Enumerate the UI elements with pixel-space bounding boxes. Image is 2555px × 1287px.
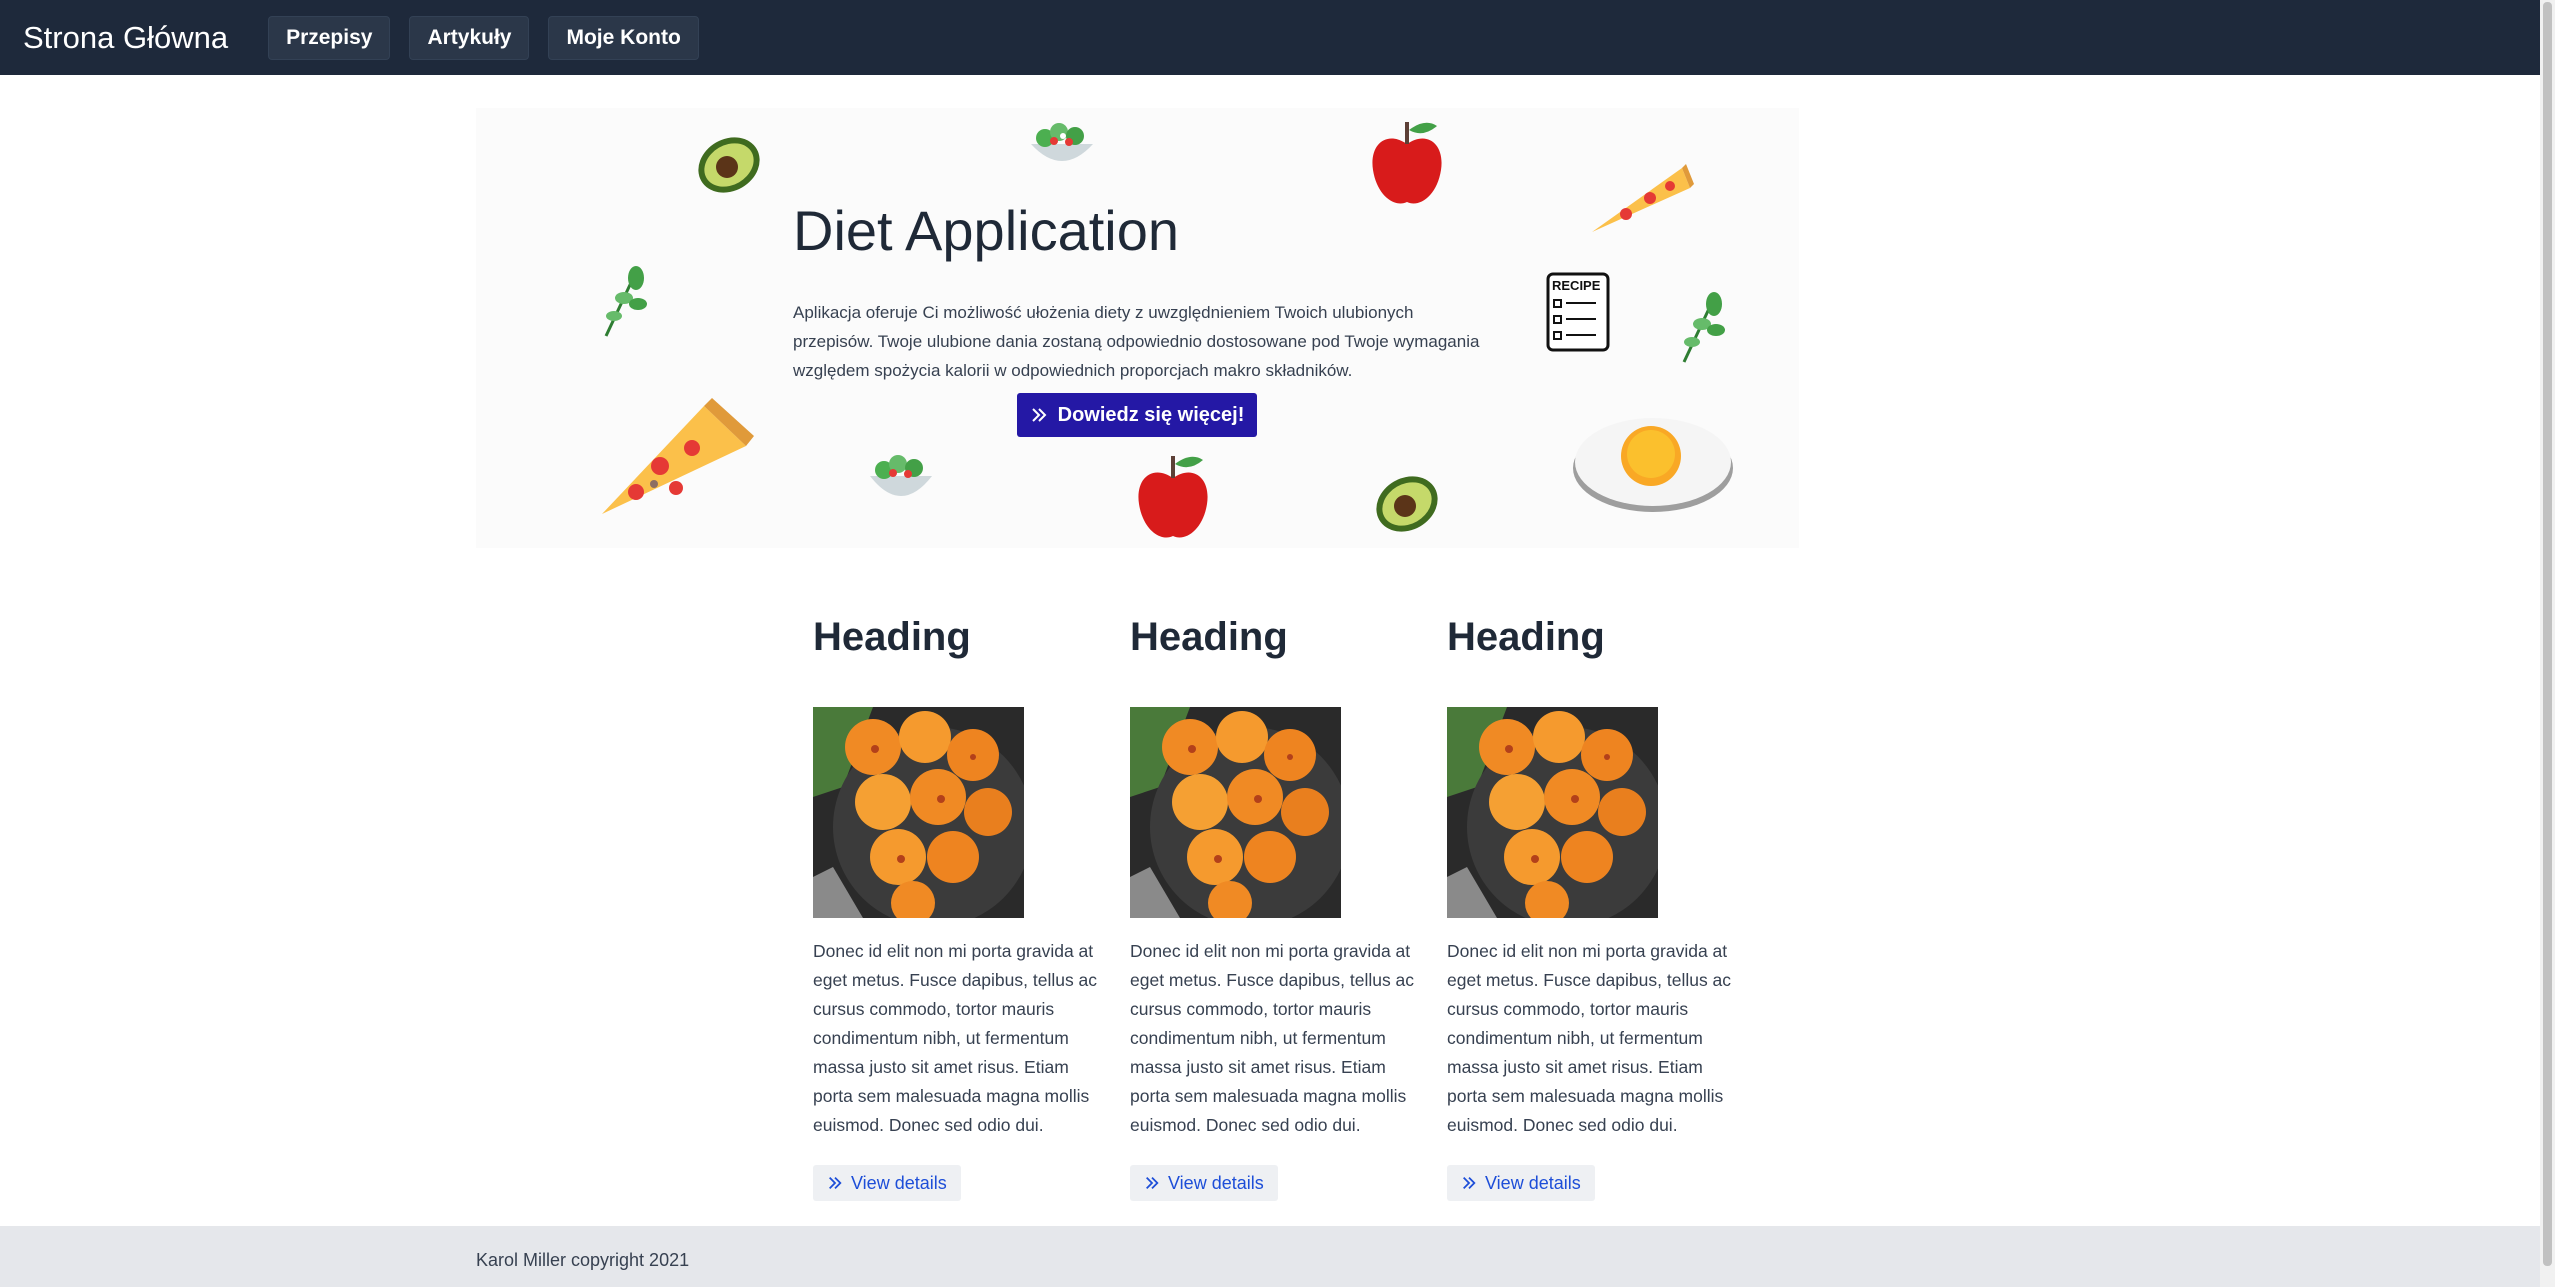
card: Heading Donec id elit non mi porta gravi… xyxy=(813,615,1103,1201)
nav-item-artykuly[interactable]: Artykuły xyxy=(409,15,530,60)
recipe-icon: RECIPE xyxy=(1546,272,1610,352)
view-details-label: View details xyxy=(1168,1172,1264,1193)
view-details-button[interactable]: View details xyxy=(1447,1165,1595,1201)
view-details-button[interactable]: View details xyxy=(813,1165,961,1201)
navbar: Strona Główna Przepisy Artykuły Moje Kon… xyxy=(0,0,2540,75)
card-image xyxy=(1447,707,1658,918)
scrollbar-thumb[interactable] xyxy=(2543,2,2552,1266)
footer-copyright: Karol Miller copyright 2021 xyxy=(476,1250,690,1270)
nav-item-moje-konto[interactable]: Moje Konto xyxy=(548,15,699,60)
card: Heading Donec id elit non mi porta gravi… xyxy=(1447,615,1737,1201)
nav-item-przepisy[interactable]: Przepisy xyxy=(268,15,391,60)
card-text: Donec id elit non mi porta gravida at eg… xyxy=(1447,941,1732,1135)
card-heading: Heading xyxy=(813,615,971,659)
view-details-button[interactable]: View details xyxy=(1130,1165,1278,1201)
double-chevron-right-icon xyxy=(1031,408,1047,422)
herb-icon xyxy=(1682,292,1725,363)
avocado-icon xyxy=(1376,476,1438,532)
card: Heading Donec id elit non mi porta gravi… xyxy=(1130,615,1420,1201)
food-photo xyxy=(1130,707,1341,918)
herb-icon xyxy=(604,266,647,337)
view-details-label: View details xyxy=(851,1172,947,1193)
double-chevron-right-icon xyxy=(829,1177,842,1189)
learn-more-button[interactable]: Dowiedz się więcej! xyxy=(1017,393,1257,437)
food-photo xyxy=(1447,707,1658,918)
double-chevron-right-icon xyxy=(1146,1177,1159,1189)
card-image xyxy=(1130,707,1341,918)
hero-jumbotron: RECIPE Diet Application Aplikacja oferuj… xyxy=(476,108,1799,548)
hero-title: Diet Application xyxy=(793,199,1180,262)
recipe-label: RECIPE xyxy=(1552,278,1601,293)
card-image xyxy=(813,707,1024,918)
avocado-icon xyxy=(698,137,760,193)
food-photo xyxy=(813,707,1024,918)
salad-icon xyxy=(1031,123,1093,161)
card-text: Donec id elit non mi porta gravida at eg… xyxy=(1130,941,1415,1135)
vertical-scrollbar[interactable] xyxy=(2540,0,2555,1287)
pizza-icon xyxy=(602,398,754,514)
footer: Karol Miller copyright 2021 xyxy=(0,1226,2540,1287)
apple-icon xyxy=(1138,456,1208,538)
double-chevron-right-icon xyxy=(1463,1177,1476,1189)
card-text: Donec id elit non mi porta gravida at eg… xyxy=(813,941,1098,1135)
apple-icon xyxy=(1372,122,1442,204)
fried-egg-icon xyxy=(1573,418,1733,512)
brand-link[interactable]: Strona Główna xyxy=(23,20,228,56)
pizza-icon xyxy=(1592,164,1694,232)
learn-more-label: Dowiedz się więcej! xyxy=(1057,403,1245,426)
card-heading: Heading xyxy=(1130,615,1288,659)
card-heading: Heading xyxy=(1447,615,1605,659)
view-details-label: View details xyxy=(1485,1172,1581,1193)
salad-icon xyxy=(870,455,932,496)
hero-description: Aplikacja oferuje Ci możliwość ułożenia … xyxy=(793,303,1480,380)
